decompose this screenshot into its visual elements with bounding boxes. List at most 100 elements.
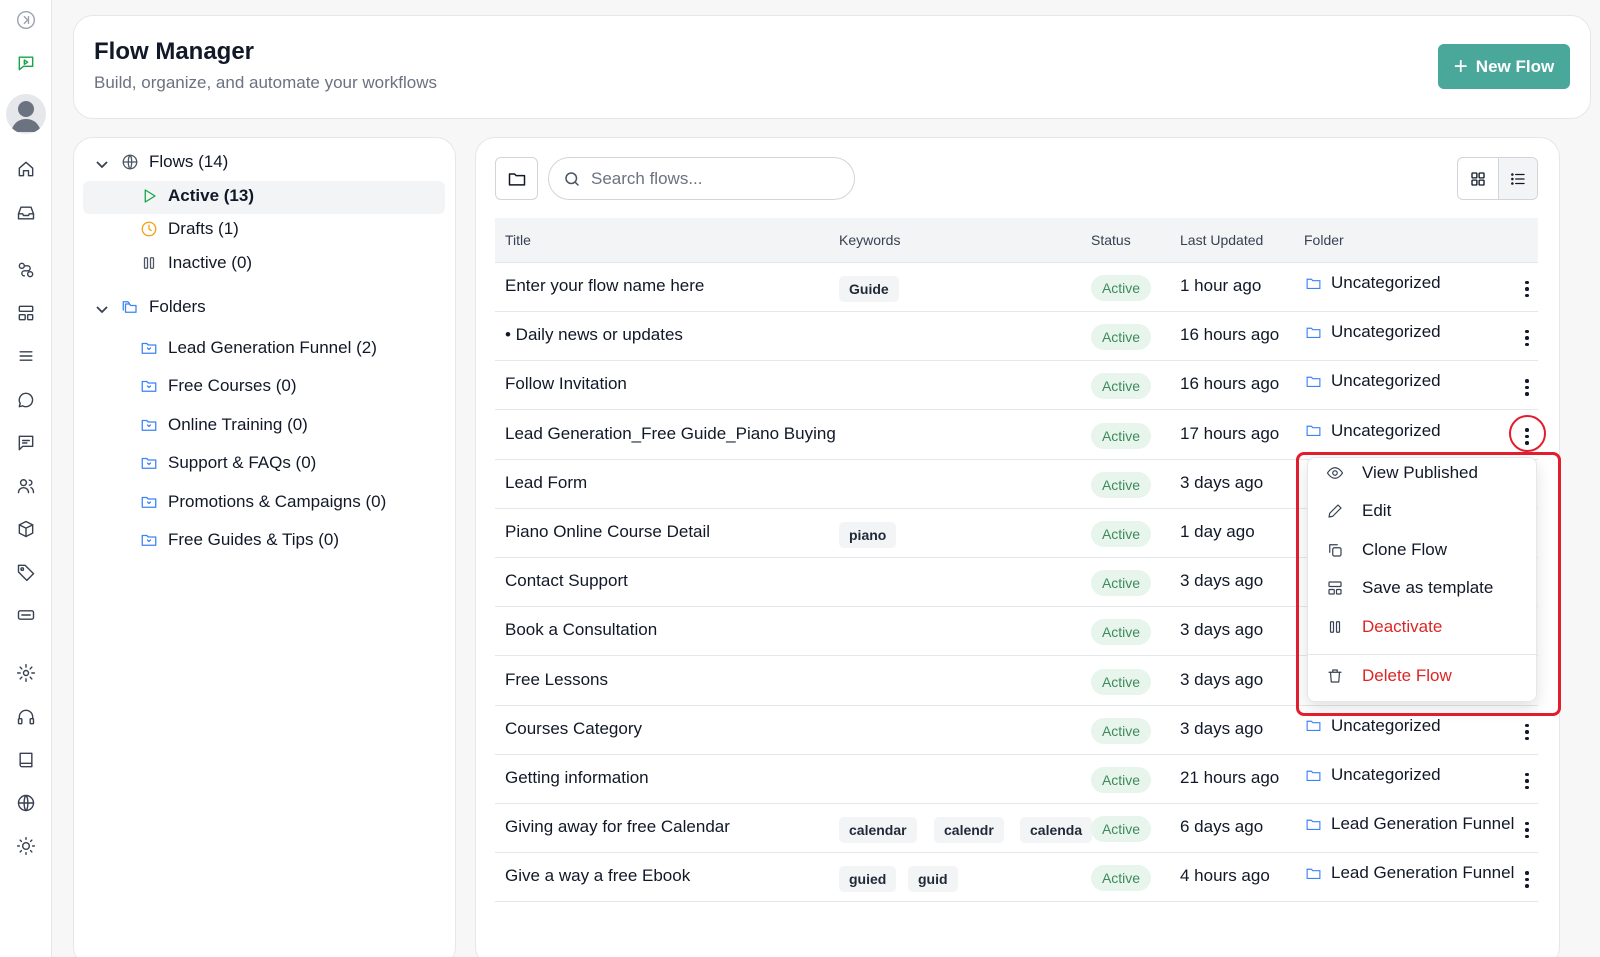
messages-icon[interactable] — [13, 430, 39, 456]
table-row[interactable]: Giving away for free Calendar calendar cal… — [495, 804, 1538, 854]
table-row[interactable]: Give a way a free Ebook guied guid Active 4 … — [495, 853, 1538, 903]
active-highlight — [83, 181, 445, 214]
inbox-icon[interactable] — [13, 200, 39, 226]
folder-item[interactable]: Support & FAQs (0) — [139, 447, 316, 479]
sidebar-item-label: Inactive (0) — [168, 253, 253, 272]
last-updated: 3 days ago — [1180, 620, 1264, 640]
menu-deactivate[interactable]: Deactivate — [1308, 609, 1536, 645]
folder-cell[interactable]: Uncategorized — [1305, 421, 1441, 441]
folder-cell[interactable]: Uncategorized — [1305, 322, 1441, 342]
globe-icon[interactable] — [13, 790, 39, 816]
sidebar-item-drafts[interactable]: Drafts (1) — [139, 213, 239, 245]
column-folder[interactable]: Folder — [1304, 232, 1344, 248]
flow-title[interactable]: Give a way a free Ebook — [505, 866, 690, 886]
pencil-icon — [1324, 500, 1346, 522]
book-icon[interactable] — [13, 747, 39, 773]
table-row[interactable]: Lead Generation_Free Guide_Piano Buying A… — [495, 411, 1538, 460]
folder-icon — [1306, 819, 1321, 830]
folder-icon — [1306, 278, 1321, 289]
search-box[interactable] — [548, 157, 855, 200]
list-view-button[interactable] — [1497, 158, 1537, 199]
copy-icon — [1324, 539, 1346, 561]
page-subtitle: Build, organize, and automate your workf… — [94, 73, 438, 92]
sidebar-item-inactive[interactable]: Inactive (0) — [139, 247, 252, 279]
ticket-icon[interactable] — [13, 602, 39, 628]
flow-title[interactable]: Getting information — [505, 768, 649, 788]
settings-icon[interactable] — [13, 660, 39, 686]
table-row[interactable]: Enter your flow name here Guide Active 1 ho… — [495, 263, 1538, 312]
flow-title[interactable]: • Daily news or updates — [505, 325, 683, 345]
menu-label: Clone Flow — [1362, 540, 1448, 559]
flow-title[interactable]: Free Lessons — [505, 670, 608, 690]
contacts-icon[interactable] — [13, 473, 39, 499]
table-row[interactable]: Follow Invitation Active 16 hours ago Uncat… — [495, 361, 1538, 411]
more-actions-icon[interactable] — [1517, 277, 1537, 301]
sidebar-item-active[interactable]: Active (13) — [139, 180, 254, 212]
folder-cell[interactable]: Uncategorized — [1305, 273, 1441, 293]
more-actions-icon[interactable] — [1517, 375, 1537, 399]
more-actions-icon[interactable] — [1517, 769, 1537, 793]
chatbot-icon[interactable] — [13, 50, 39, 76]
support-icon[interactable] — [13, 704, 39, 730]
home-icon[interactable] — [13, 156, 39, 182]
menu-view-published[interactable]: View Published — [1308, 455, 1536, 491]
menu-clone-flow[interactable]: Clone Flow — [1308, 532, 1536, 568]
more-actions-icon[interactable] — [1517, 720, 1537, 744]
chat-icon[interactable] — [13, 387, 39, 413]
templates-icon[interactable] — [13, 300, 39, 326]
folder-cell[interactable]: Uncategorized — [1305, 765, 1441, 785]
table-row[interactable]: Courses Category Active 3 days ago Uncatego… — [495, 706, 1538, 755]
column-keywords[interactable]: Keywords — [839, 232, 900, 248]
more-actions-icon[interactable] — [1517, 326, 1537, 350]
globe-icon — [120, 152, 140, 172]
folder-item[interactable]: Promotions & Campaigns (0) — [139, 486, 386, 518]
theme-icon[interactable] — [13, 833, 39, 859]
folder-item[interactable]: Online Training (0) — [139, 409, 308, 441]
search-input[interactable] — [591, 168, 821, 189]
folder-item[interactable]: Free Courses (0) — [139, 370, 296, 402]
package-icon[interactable] — [13, 516, 39, 542]
folder-cell[interactable]: Lead Generation Funnel — [1305, 814, 1514, 834]
flow-title[interactable]: Lead Form — [505, 473, 587, 493]
clock-icon — [139, 219, 159, 239]
more-actions-icon[interactable] — [1517, 867, 1537, 891]
avatar[interactable] — [6, 94, 46, 134]
flows-icon[interactable] — [13, 257, 39, 283]
column-status[interactable]: Status — [1091, 232, 1131, 248]
folder-button[interactable] — [495, 157, 538, 200]
flow-title[interactable]: Giving away for free Calendar — [505, 817, 730, 837]
folder-item[interactable]: Lead Generation Funnel (2) — [139, 332, 377, 364]
flow-title[interactable]: Lead Generation_Free Guide_Piano Buying — [505, 424, 836, 444]
folder-item[interactable]: Free Guides & Tips (0) — [139, 524, 339, 556]
menu-edit[interactable]: Edit — [1308, 493, 1536, 529]
flow-title[interactable]: Book a Consultation — [505, 620, 657, 640]
flow-title[interactable]: Enter your flow name here — [505, 276, 704, 296]
sidebar-folders-root[interactable]: Folders — [120, 291, 206, 323]
folder-name: Lead Generation Funnel — [1331, 814, 1515, 834]
list-icon[interactable] — [13, 343, 39, 369]
more-actions-icon[interactable] — [1517, 425, 1537, 449]
sidebar-toggle-icon[interactable] — [13, 7, 39, 33]
status-badge: Active — [1091, 668, 1151, 695]
flow-title[interactable]: Contact Support — [505, 571, 628, 591]
more-actions-icon[interactable] — [1517, 818, 1537, 842]
folder-cell[interactable]: Uncategorized — [1305, 371, 1441, 391]
tag-icon[interactable] — [13, 559, 39, 585]
grid-view-button[interactable] — [1458, 158, 1498, 199]
menu-save-as-template[interactable]: Save as template — [1308, 570, 1536, 606]
column-title[interactable]: Title — [505, 232, 531, 248]
new-flow-button[interactable]: + New Flow — [1438, 44, 1570, 89]
table-row[interactable]: • Daily news or updates Active 16 hours ag… — [495, 312, 1538, 362]
folder-cell[interactable]: Uncategorized — [1305, 716, 1441, 736]
flow-title[interactable]: Courses Category — [505, 719, 642, 739]
folder-cell[interactable]: Lead Generation Funnel — [1305, 863, 1514, 883]
menu-delete-flow[interactable]: Delete Flow — [1308, 658, 1536, 694]
flow-title[interactable]: Follow Invitation — [505, 374, 627, 394]
flow-title[interactable]: Piano Online Course Detail — [505, 522, 710, 542]
column-last-updated[interactable]: Last Updated — [1180, 232, 1263, 248]
table-row[interactable]: Getting information Active 21 hours ago Unc… — [495, 755, 1538, 804]
sidebar-flows-root[interactable]: Flows (14) — [120, 146, 228, 178]
chevron-down-icon[interactable] — [95, 302, 109, 316]
eye-icon — [1324, 462, 1346, 484]
chevron-down-icon[interactable] — [95, 157, 109, 171]
